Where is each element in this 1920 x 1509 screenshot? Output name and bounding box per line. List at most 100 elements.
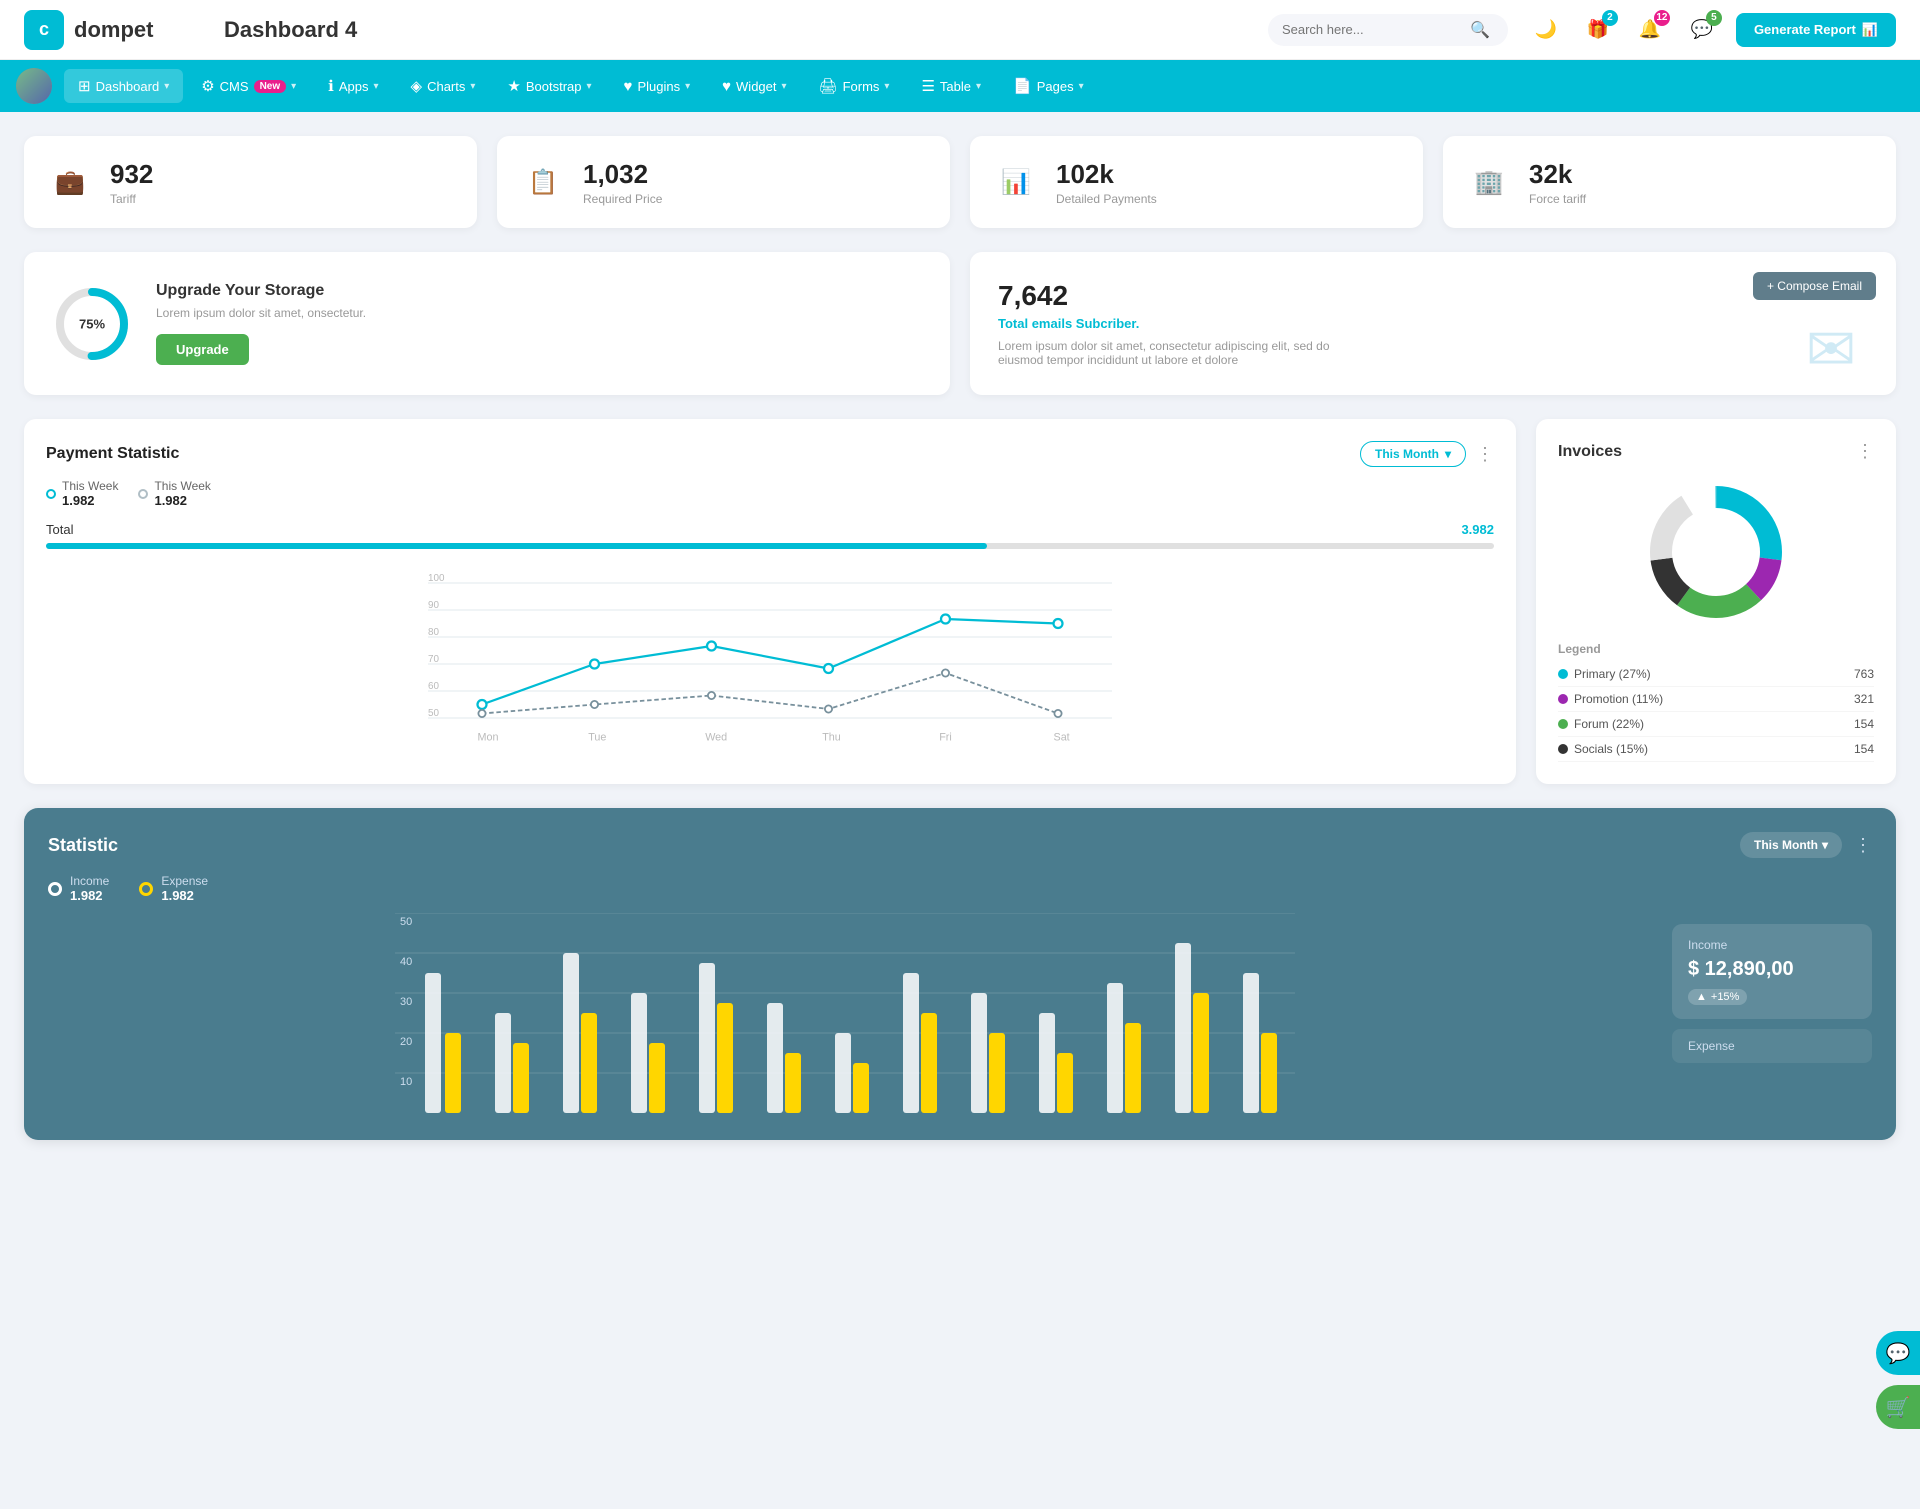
detailed-payments-number: 102k <box>1056 159 1157 190</box>
compose-email-button[interactable]: + Compose Email <box>1753 272 1876 300</box>
line-chart-svg: 100 90 80 70 60 50 <box>46 565 1494 745</box>
legend-dot-1 <box>46 489 56 499</box>
legend-val-2: 1.982 <box>154 493 210 508</box>
chart-header: Payment Statistic This Month ▾ ⋮ <box>46 441 1494 467</box>
search-bar: 🔍 <box>1268 14 1508 46</box>
svg-text:Sat: Sat <box>1054 732 1070 744</box>
chat-icon-btn[interactable]: 💬 5 <box>1684 12 1720 48</box>
nav-item-bootstrap[interactable]: ★ Bootstrap ▾ <box>493 69 605 103</box>
svg-text:90: 90 <box>428 600 439 611</box>
socials-label: Socials (15%) <box>1574 742 1648 756</box>
bar-chart-svg: 50 40 30 20 10 <box>48 913 1642 1113</box>
svg-text:70: 70 <box>428 654 439 665</box>
payment-statistic-card: Payment Statistic This Month ▾ ⋮ This We… <box>24 419 1516 784</box>
chevron-down-stat-icon: ▾ <box>1822 838 1828 852</box>
svg-text:50: 50 <box>428 708 439 719</box>
statistic-more-icon[interactable]: ⋮ <box>1854 835 1872 856</box>
month-selector-button[interactable]: This Month ▾ <box>1360 441 1466 467</box>
legend-forum: Forum (22%) 154 <box>1558 712 1874 737</box>
nav-bootstrap-label: Bootstrap <box>526 79 582 94</box>
socials-color-dot <box>1558 744 1568 754</box>
detailed-payments-label: Detailed Payments <box>1056 192 1157 206</box>
expense-value: 1.982 <box>161 888 208 903</box>
search-input[interactable] <box>1282 22 1462 37</box>
income-info-box: Income $ 12,890,00 ▲ +15% <box>1672 924 1872 1019</box>
required-price-icon: 📋 <box>519 158 567 206</box>
statistic-card: Statistic This Month ▾ ⋮ Income 1.982 <box>24 808 1896 1140</box>
storage-percent: 75% <box>79 316 105 331</box>
nav-item-cms[interactable]: ⚙ CMS New ▾ <box>187 69 310 103</box>
middle-row: 75% Upgrade Your Storage Lorem ipsum dol… <box>24 252 1896 395</box>
generate-report-button[interactable]: Generate Report 📊 <box>1736 13 1896 47</box>
nav-item-widget[interactable]: ♥ Widget ▾ <box>708 70 800 103</box>
pages-nav-icon: 📄 <box>1013 77 1032 95</box>
cms-new-badge: New <box>254 80 287 93</box>
search-icon[interactable]: 🔍 <box>1470 20 1490 40</box>
upgrade-title: Upgrade Your Storage <box>156 282 366 300</box>
nav-item-table[interactable]: ☰ Table ▾ <box>907 69 995 103</box>
gift-icon-btn[interactable]: 🎁 2 <box>1580 12 1616 48</box>
expense-info-area: Expense <box>1672 1029 1872 1063</box>
nav-item-apps[interactable]: ℹ Apps ▾ <box>314 69 392 103</box>
svg-text:20: 20 <box>400 1036 412 1048</box>
nav-item-forms[interactable]: 🖨 Forms ▾ <box>805 69 904 103</box>
plugins-nav-icon: ♥ <box>624 78 633 95</box>
primary-value: 763 <box>1854 667 1874 681</box>
user-avatar <box>16 68 52 104</box>
moon-icon[interactable]: 🌙 <box>1528 12 1564 48</box>
statistic-month-button[interactable]: This Month ▾ <box>1740 832 1842 858</box>
float-chat-button[interactable]: 💬 <box>1876 1331 1920 1375</box>
float-chat-icon: 💬 <box>1886 1341 1911 1366</box>
more-options-icon[interactable]: ⋮ <box>1476 444 1494 465</box>
nav-dashboard-label: Dashboard <box>96 79 160 94</box>
svg-text:Tue: Tue <box>588 732 606 744</box>
forms-nav-icon: 🖨 <box>819 77 838 95</box>
forum-value: 154 <box>1854 717 1874 731</box>
tariff-card: 💼 932 Tariff <box>24 136 477 228</box>
bell-icon-btn[interactable]: 🔔 12 <box>1632 12 1668 48</box>
float-cart-button[interactable]: 🛒 <box>1876 1385 1920 1429</box>
svg-text:10: 10 <box>400 1076 412 1088</box>
gift-badge: 2 <box>1602 10 1618 26</box>
top-header: c dompet Dashboard 4 🔍 🌙 🎁 2 🔔 12 💬 5 Ge… <box>0 0 1920 60</box>
required-price-number: 1,032 <box>583 159 662 190</box>
nav-item-charts[interactable]: ◈ Charts ▾ <box>397 69 490 103</box>
statistic-header: Statistic This Month ▾ ⋮ <box>48 832 1872 858</box>
legend-title: Legend <box>1558 642 1874 656</box>
primary-color-dot <box>1558 669 1568 679</box>
nav-item-plugins[interactable]: ♥ Plugins ▾ <box>610 70 705 103</box>
stat-cards-row: 💼 932 Tariff 📋 1,032 Required Price 📊 10… <box>24 136 1896 228</box>
statistic-title: Statistic <box>48 835 118 856</box>
bootstrap-nav-icon: ★ <box>507 77 520 95</box>
charts-nav-icon: ◈ <box>411 77 423 95</box>
email-subtitle: Total emails Subcriber. <box>998 316 1868 331</box>
total-label: Total <box>46 522 73 537</box>
force-tariff-label: Force tariff <box>1529 192 1586 206</box>
force-tariff-card: 🏢 32k Force tariff <box>1443 136 1896 228</box>
nav-apps-label: Apps <box>339 79 369 94</box>
invoices-card: Invoices ⋮ Legend <box>1536 419 1896 784</box>
legend-dot-2 <box>138 489 148 499</box>
svg-text:60: 60 <box>428 681 439 692</box>
invoices-more-icon[interactable]: ⋮ <box>1856 441 1874 462</box>
chart-total-row: Total 3.982 <box>46 522 1494 537</box>
legend-promotion: Promotion (11%) 321 <box>1558 687 1874 712</box>
cms-nav-icon: ⚙ <box>201 77 214 95</box>
legend-val-1: 1.982 <box>62 493 118 508</box>
email-subscribers-card: + Compose Email 7,642 Total emails Subcr… <box>970 252 1896 395</box>
nav-item-pages[interactable]: 📄 Pages ▾ <box>999 69 1098 103</box>
income-box-value: $ 12,890,00 <box>1688 958 1856 981</box>
tariff-number: 932 <box>110 159 153 190</box>
table-nav-icon: ☰ <box>921 77 934 95</box>
detailed-payments-card: 📊 102k Detailed Payments <box>970 136 1423 228</box>
nav-item-dashboard[interactable]: ⊞ Dashboard ▾ <box>64 69 183 103</box>
payment-progress-fill <box>46 543 987 549</box>
legend-socials: Socials (15%) 154 <box>1558 737 1874 762</box>
nav-bar: ⊞ Dashboard ▾ ⚙ CMS New ▾ ℹ Apps ▾ ◈ Cha… <box>0 60 1920 112</box>
required-price-info: 1,032 Required Price <box>583 159 662 206</box>
total-value: 3.982 <box>1461 522 1494 537</box>
main-content: 💼 932 Tariff 📋 1,032 Required Price 📊 10… <box>0 112 1920 1164</box>
email-envelope-icon: ✉ <box>1786 315 1876 385</box>
svg-text:30: 30 <box>400 996 412 1008</box>
upgrade-button[interactable]: Upgrade <box>156 334 249 365</box>
